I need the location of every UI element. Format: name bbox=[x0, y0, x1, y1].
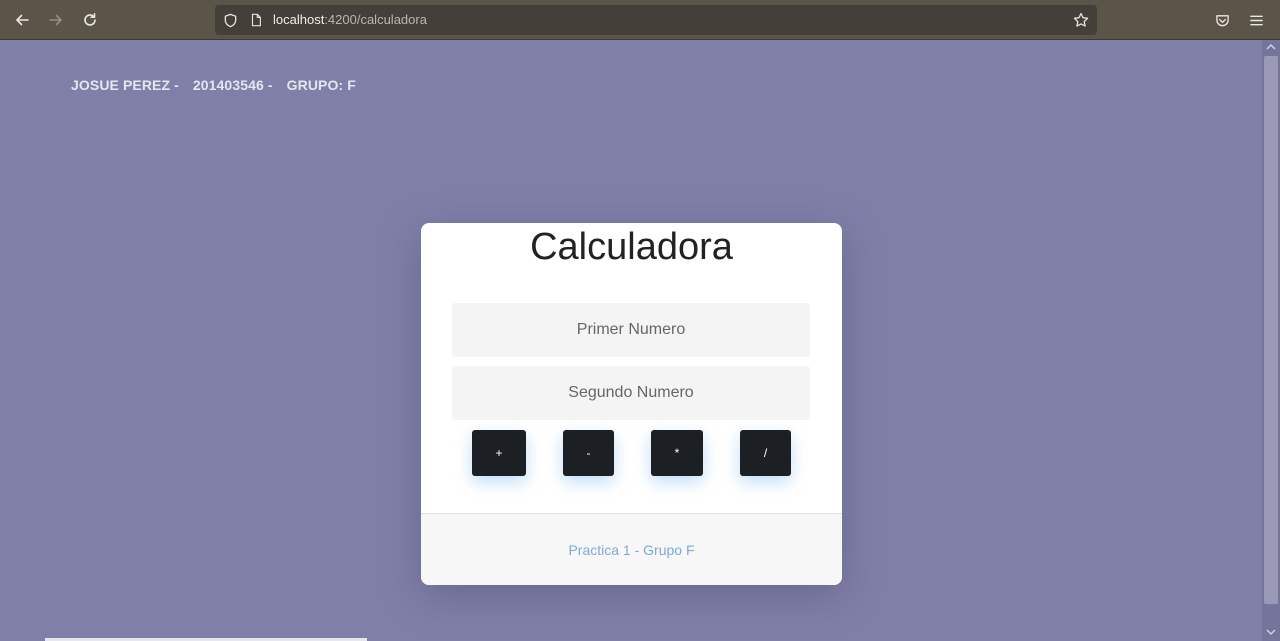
card-footer: Practica 1 - Grupo F bbox=[421, 513, 842, 585]
address-bar[interactable]: localhost:4200/calculadora bbox=[215, 5, 1097, 35]
student-group: GRUPO: F bbox=[286, 77, 356, 93]
student-info: JOSUE PEREZ - 201403546 - GRUPO: F bbox=[71, 77, 366, 93]
page-scrollbar[interactable] bbox=[1262, 40, 1280, 641]
url-host: localhost bbox=[273, 12, 325, 27]
student-carnet: 201403546 - bbox=[192, 77, 273, 93]
scroll-up-icon[interactable] bbox=[1262, 40, 1280, 54]
first-number-input[interactable] bbox=[452, 303, 810, 357]
pocket-icon[interactable] bbox=[1212, 10, 1232, 30]
divide-button[interactable]: / bbox=[740, 430, 791, 476]
student-name: JOSUE PEREZ - bbox=[71, 77, 179, 93]
browser-toolbar: localhost:4200/calculadora bbox=[0, 0, 1280, 40]
shield-icon[interactable] bbox=[222, 12, 238, 28]
menu-icon[interactable] bbox=[1246, 10, 1266, 30]
multiply-button[interactable]: * bbox=[651, 430, 703, 476]
scroll-thumb[interactable] bbox=[1264, 56, 1278, 604]
add-button[interactable]: + bbox=[472, 430, 526, 476]
bookmark-star-icon[interactable] bbox=[1073, 12, 1089, 28]
footer-link[interactable]: Practica 1 - Grupo F bbox=[568, 542, 694, 558]
page-icon[interactable] bbox=[248, 12, 264, 28]
second-number-input[interactable] bbox=[452, 366, 810, 420]
back-icon[interactable] bbox=[11, 9, 33, 31]
forward-icon[interactable] bbox=[45, 9, 67, 31]
url-path: :4200/calculadora bbox=[324, 12, 427, 27]
url-text[interactable]: localhost:4200/calculadora bbox=[273, 12, 427, 28]
calculator-title: Calculadora bbox=[530, 226, 733, 268]
calculator-card: Calculadora + - * / Practica 1 - Grupo F bbox=[421, 223, 842, 585]
subtract-button[interactable]: - bbox=[563, 430, 614, 476]
reload-icon[interactable] bbox=[79, 9, 101, 31]
scroll-down-icon[interactable] bbox=[1262, 625, 1280, 639]
